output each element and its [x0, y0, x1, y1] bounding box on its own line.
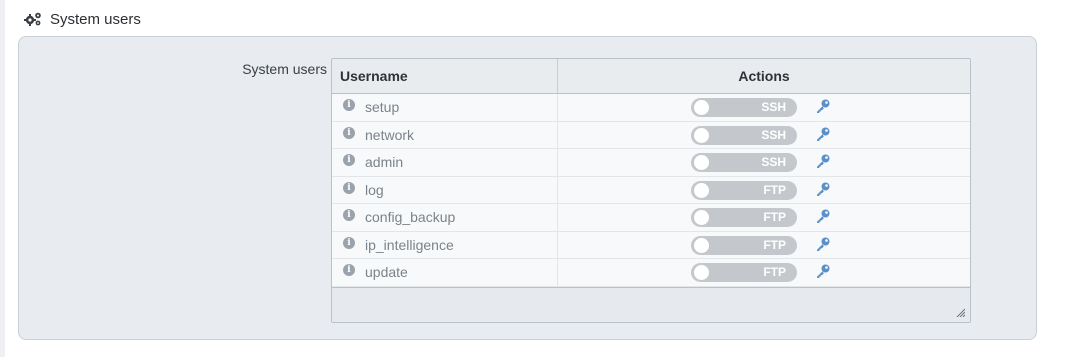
actions-cell: FTP	[558, 204, 970, 231]
username-cell: i ip_intelligence	[332, 231, 558, 258]
service-toggle[interactable]: SSH	[691, 98, 797, 117]
toggle-service-label: FTP	[763, 182, 786, 197]
left-edge-strip	[0, 0, 5, 357]
actions-cell: SSH	[558, 122, 970, 149]
toggle-service-label: FTP	[763, 265, 786, 279]
info-icon[interactable]: i	[343, 126, 355, 139]
resize-handle-icon[interactable]	[955, 307, 965, 317]
system-users-field-label: System users	[242, 61, 327, 77]
key-icon[interactable]	[815, 98, 831, 114]
actions-cell: FTP	[558, 259, 970, 286]
table-row: i ip_intelligence FTP	[332, 231, 970, 259]
username-cell: i admin	[332, 149, 558, 176]
toggle-service-label: SSH	[761, 155, 786, 169]
key-icon[interactable]	[815, 236, 831, 252]
service-toggle[interactable]: FTP	[691, 180, 797, 200]
key-icon[interactable]	[815, 153, 831, 169]
key-icon[interactable]	[815, 126, 831, 142]
gears-icon	[24, 12, 41, 26]
key-icon[interactable]	[815, 181, 831, 197]
info-icon[interactable]: i	[343, 181, 355, 194]
info-icon[interactable]: i	[343, 209, 355, 222]
toggle-knob	[694, 237, 709, 253]
system-users-table: Username Actions i setup SSH i network S…	[331, 58, 971, 323]
username-text: network	[365, 126, 415, 143]
service-toggle[interactable]: FTP	[691, 208, 797, 227]
actions-cell: SSH	[558, 94, 970, 121]
actions-cell: SSH	[558, 149, 970, 176]
column-header-username[interactable]: Username	[332, 59, 558, 93]
table-row: i config_backup FTP	[332, 204, 970, 232]
username-text: ip_intelligence	[365, 236, 454, 253]
column-header-actions: Actions	[738, 68, 790, 84]
toggle-knob	[694, 100, 709, 115]
actions-cell: FTP	[558, 177, 970, 204]
username-cell: i network	[332, 121, 558, 148]
toggle-knob	[694, 265, 709, 280]
info-icon[interactable]: i	[343, 154, 355, 167]
key-icon[interactable]	[815, 263, 831, 279]
username-cell: i setup	[332, 94, 558, 121]
table-row: i log FTP	[332, 176, 970, 204]
section-header: System users	[24, 8, 141, 30]
toggle-knob	[694, 182, 709, 198]
info-icon[interactable]: i	[343, 99, 355, 112]
toggle-service-label: FTP	[763, 210, 786, 224]
table-row: i network SSH	[332, 121, 970, 149]
table-row: i update FTP	[332, 259, 970, 287]
toggle-knob	[694, 127, 709, 143]
table-footer	[332, 287, 970, 322]
toggle-service-label: SSH	[761, 127, 786, 142]
username-text: config_backup	[365, 209, 456, 226]
toggle-knob	[694, 210, 709, 225]
table-header: Username Actions	[332, 59, 970, 94]
service-toggle[interactable]: SSH	[691, 153, 797, 172]
info-icon[interactable]: i	[343, 236, 355, 249]
service-toggle[interactable]: FTP	[691, 263, 797, 282]
system-users-panel: System users Username Actions i setup SS…	[18, 36, 1037, 340]
username-cell: i config_backup	[332, 204, 558, 231]
service-toggle[interactable]: SSH	[691, 125, 797, 145]
username-text: update	[365, 264, 408, 281]
key-icon[interactable]	[815, 208, 831, 224]
table-row: i admin SSH	[332, 149, 970, 177]
service-toggle[interactable]: FTP	[691, 235, 797, 255]
username-cell: i update	[332, 259, 558, 286]
toggle-knob	[694, 155, 709, 170]
section-title: System users	[50, 10, 141, 28]
toggle-service-label: SSH	[761, 100, 786, 114]
table-row: i setup SSH	[332, 94, 970, 122]
actions-cell: FTP	[558, 232, 970, 259]
table-body: i setup SSH i network SSH i admin SSH i …	[332, 94, 970, 287]
toggle-service-label: FTP	[763, 237, 786, 252]
username-text: admin	[365, 154, 404, 171]
info-icon[interactable]: i	[343, 264, 355, 277]
username-text: log	[365, 181, 384, 198]
username-cell: i log	[332, 176, 558, 203]
username-text: setup	[365, 99, 400, 116]
